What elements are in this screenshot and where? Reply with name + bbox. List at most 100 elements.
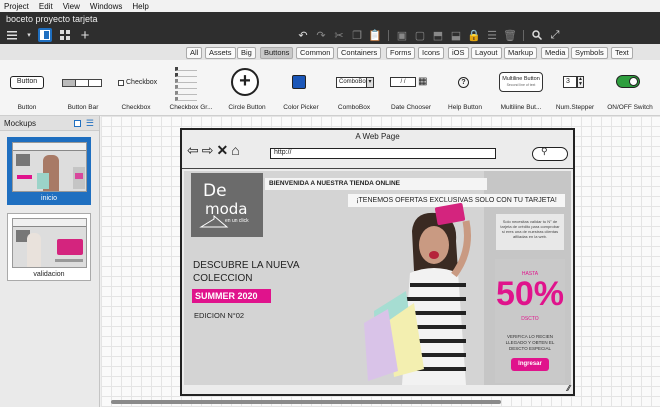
- library-label: Checkbox: [121, 104, 151, 111]
- horizontal-scrollbar[interactable]: [103, 398, 658, 405]
- category-forms[interactable]: Forms: [386, 47, 416, 59]
- home-icon[interactable]: ⌂: [231, 143, 239, 157]
- add-icon[interactable]: +: [78, 27, 92, 44]
- browser-search-field[interactable]: ⚲: [532, 146, 568, 161]
- checkbox-preview-label: Checkbox: [126, 79, 158, 86]
- mockup-thumbnail-inicio[interactable]: inicio: [7, 137, 91, 205]
- ingresar-button[interactable]: Ingresar: [511, 358, 549, 371]
- undo-icon[interactable]: ↶: [296, 28, 310, 42]
- promo-panel: HASTA 50% DSCTO VERIFICA LO RECIEN LLEGA…: [495, 259, 565, 383]
- library-item-multiline-button[interactable]: Multiline Button Second line of text Mul…: [494, 60, 548, 116]
- category-text[interactable]: Text: [611, 47, 633, 59]
- category-all[interactable]: All: [186, 47, 203, 59]
- chevron-down-icon[interactable]: ▾: [26, 28, 32, 42]
- category-icons[interactable]: Icons: [418, 47, 444, 59]
- mockup-preview-image: [12, 142, 87, 192]
- library-item-combobox[interactable]: ComboBox ▾ ComboBox: [330, 60, 378, 116]
- category-assets[interactable]: Assets: [205, 47, 236, 59]
- menu-edit[interactable]: Edit: [39, 2, 53, 11]
- fullscreen-icon[interactable]: ⤢: [548, 28, 562, 42]
- scrollbar-thumb[interactable]: [111, 400, 501, 404]
- align-icon[interactable]: ☰: [485, 28, 499, 42]
- search-icon[interactable]: [530, 28, 544, 42]
- summer-badge: SUMMER 2020: [192, 289, 271, 303]
- multiline-preview: Multiline Button Second line of text: [499, 72, 543, 92]
- group-icon[interactable]: ▣: [395, 28, 409, 42]
- paste-icon[interactable]: 📋: [368, 28, 382, 42]
- library-label: Num.Stepper: [555, 104, 595, 111]
- close-icon[interactable]: ✕: [216, 143, 228, 157]
- hero-heading: DESCUBRE LA NUEVA COLECCION: [193, 259, 300, 285]
- hero-line-1: DESCUBRE LA NUEVA: [193, 260, 300, 271]
- grid-view-icon[interactable]: [58, 28, 72, 42]
- component-library: Button Button Button Bar Checkbox Checkb…: [0, 60, 660, 116]
- help-icon: ?: [458, 77, 469, 88]
- category-markup[interactable]: Markup: [504, 47, 538, 59]
- library-item-checkbox[interactable]: Checkbox Checkbox: [112, 60, 160, 116]
- category-big[interactable]: Big: [237, 47, 256, 59]
- library-label: Checkbox Gr...: [169, 104, 213, 111]
- menu-view[interactable]: View: [63, 2, 80, 11]
- library-item-button[interactable]: Button Button: [4, 60, 50, 116]
- bring-front-icon[interactable]: ⬒: [431, 28, 445, 42]
- mockup-thumbnail-validacion[interactable]: validacion: [7, 213, 91, 281]
- library-item-num-stepper[interactable]: 3 ▲ ▼ Num.Stepper: [552, 60, 598, 116]
- category-bar: All Assets Big Buttons Common Containers…: [0, 44, 660, 60]
- library-item-date-chooser[interactable]: / / ▦ Date Chooser: [384, 60, 438, 116]
- browser-window-mockup[interactable]: A Web Page ⇦ ⇨ ✕ ⌂ http:// ⚲ De moda en …: [180, 128, 575, 396]
- category-common[interactable]: Common: [296, 47, 335, 59]
- checkbox-preview: Checkbox: [118, 79, 157, 86]
- url-field[interactable]: http://: [270, 148, 496, 159]
- promo-description: VERIFICA LO RECIEN LLEGADO Y OBTEN EL DE…: [505, 334, 555, 351]
- category-media[interactable]: Media: [541, 47, 570, 59]
- multiline-preview-sub: Second line of text: [506, 83, 536, 87]
- webpage-content: De moda en un click BIENVENIDA A NUESTRA…: [184, 171, 571, 385]
- library-item-help-button[interactable]: ? Help Button: [444, 60, 486, 116]
- mockups-panel: Mockups ☰ inicio validacion: [0, 116, 100, 407]
- back-arrow-icon[interactable]: ⇦: [187, 143, 199, 157]
- copy-icon[interactable]: ❐: [350, 28, 364, 42]
- menu-project[interactable]: Project: [4, 2, 29, 11]
- button-bar-preview: [62, 79, 102, 87]
- library-label: Button Bar: [67, 104, 99, 111]
- cut-icon[interactable]: ✂: [332, 28, 346, 42]
- redo-icon[interactable]: ↷: [314, 28, 328, 42]
- category-ios[interactable]: iOS: [448, 47, 469, 59]
- delete-icon[interactable]: 🗑: [503, 28, 517, 42]
- panel-layout-icon[interactable]: [74, 120, 81, 127]
- menu-bar: Project Edit View Windows Help: [0, 0, 660, 12]
- stepper-preview: 3: [563, 76, 577, 88]
- toolbar-divider: [388, 29, 389, 41]
- forward-arrow-icon[interactable]: ⇨: [202, 143, 214, 157]
- library-label: Multiline But...: [500, 104, 542, 111]
- library-item-on-off-switch[interactable]: ON/OFF Switch: [602, 60, 658, 116]
- mockup-label: inicio: [41, 195, 57, 202]
- category-buttons[interactable]: Buttons: [260, 47, 294, 59]
- hamburger-menu-icon[interactable]: [6, 28, 20, 42]
- single-view-icon[interactable]: [38, 28, 52, 42]
- lock-icon[interactable]: 🔒: [467, 28, 481, 42]
- category-layout[interactable]: Layout: [471, 47, 502, 59]
- send-back-icon[interactable]: ⬓: [449, 28, 463, 42]
- hero-line-2: COLECCION: [193, 273, 253, 284]
- library-item-color-picker[interactable]: Color Picker: [278, 60, 324, 116]
- hanger-icon: [199, 215, 229, 228]
- menu-help[interactable]: Help: [132, 2, 148, 11]
- category-symbols[interactable]: Symbols: [571, 47, 608, 59]
- menu-windows[interactable]: Windows: [90, 2, 122, 11]
- toggle-switch-icon: [616, 75, 640, 88]
- ungroup-icon[interactable]: ▢: [413, 28, 427, 42]
- category-containers[interactable]: Containers: [337, 47, 382, 59]
- checkbox-group-preview: [175, 67, 197, 101]
- brand-logo: De moda en un click: [191, 173, 263, 237]
- plus-icon: +: [231, 68, 259, 96]
- library-label: ComboBox: [337, 104, 371, 111]
- resize-handle-icon[interactable]: ⁄⁄: [567, 384, 570, 393]
- window-title: boceto proyecto tarjeta: [0, 12, 660, 26]
- library-item-checkbox-group[interactable]: Checkbox Gr...: [166, 60, 216, 116]
- promo-percentage: 50%: [495, 275, 565, 313]
- list-icon[interactable]: ☰: [86, 116, 94, 131]
- library-item-button-bar[interactable]: Button Bar: [58, 60, 108, 116]
- mockup-label: validacion: [33, 271, 65, 278]
- library-item-circle-button[interactable]: + Circle Button: [222, 60, 272, 116]
